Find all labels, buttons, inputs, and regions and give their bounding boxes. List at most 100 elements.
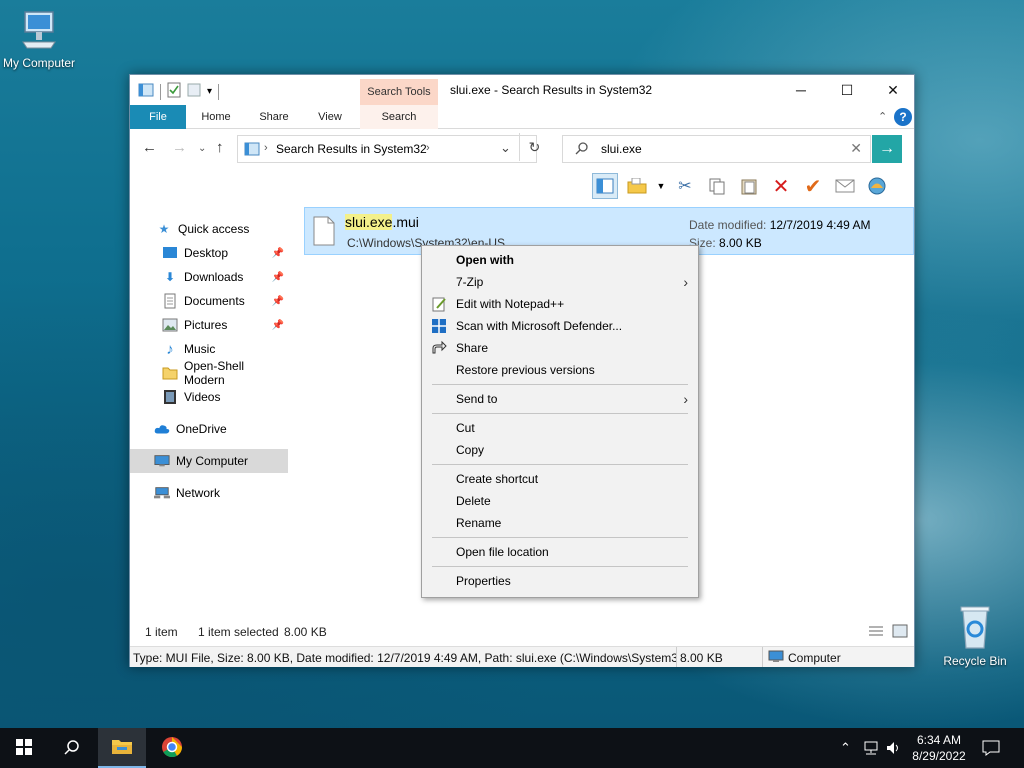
clock-time: 6:34 AM — [916, 733, 962, 747]
menu-item-scan-defender[interactable]: Scan with Microsoft Defender... — [422, 315, 698, 337]
menu-item-copy[interactable]: Copy — [422, 439, 698, 461]
menu-item-send-to[interactable]: Send to › — [422, 388, 698, 410]
nav-item-music[interactable]: ♪ Music — [130, 337, 288, 361]
nav-item-open-shell-modern[interactable]: Open-Shell Modern — [130, 359, 288, 387]
nav-item-my-computer[interactable]: My Computer — [130, 449, 288, 473]
pin-icon[interactable]: 📌 — [272, 248, 284, 259]
ribbon-tabs: File Home Share View Search ⌃ ? — [130, 105, 914, 129]
large-icons-view-icon[interactable] — [892, 624, 908, 641]
copy-icon[interactable] — [704, 173, 730, 199]
delete-icon[interactable]: ✕ — [768, 173, 794, 199]
forward-arrow-icon[interactable]: → — [172, 139, 187, 156]
desktop-icon-recycle-bin[interactable]: Recycle Bin — [932, 604, 1018, 668]
details-view-icon[interactable] — [868, 624, 884, 641]
nav-item-documents[interactable]: Documents 📌 — [130, 289, 288, 313]
tab-home[interactable]: Home — [192, 105, 240, 129]
status-bar: 1 item 1 item selected 8.00 KB — [130, 621, 914, 643]
recent-locations-icon[interactable]: ⌄ — [198, 143, 206, 154]
chrome-taskbar-button[interactable] — [148, 728, 196, 768]
pin-icon[interactable]: 📌 — [272, 272, 284, 283]
menu-item-label: Create shortcut — [456, 472, 539, 486]
clear-search-icon[interactable]: ✕ — [850, 140, 862, 157]
nav-item-quick-access[interactable]: ★ Quick access — [130, 217, 288, 241]
folder-icon — [111, 737, 133, 758]
nav-item-network[interactable]: Network — [130, 481, 288, 505]
address-text: Search Results in System32 — [276, 142, 427, 156]
new-folder-toolbar-icon[interactable] — [624, 173, 650, 199]
context-menu: Open with 7-Zip › Edit with Notepad++ Sca… — [421, 245, 699, 598]
search-go-button[interactable]: → — [872, 135, 902, 163]
nav-item-videos[interactable]: Videos — [130, 385, 288, 409]
properties-icon[interactable] — [167, 82, 181, 101]
menu-item-label: Open with — [456, 253, 514, 267]
open-shell-icon[interactable] — [864, 173, 890, 199]
pictures-icon — [162, 317, 178, 333]
file-icon — [313, 216, 335, 249]
nav-item-downloads[interactable]: ⬇ Downloads 📌 — [130, 265, 288, 289]
help-icon[interactable]: ? — [894, 108, 912, 126]
tab-share[interactable]: Share — [250, 105, 298, 129]
tab-search[interactable]: Search — [360, 105, 438, 129]
start-button[interactable] — [0, 728, 48, 768]
search-input[interactable]: slui.exe ✕ — [562, 135, 871, 163]
file-explorer-taskbar-button[interactable] — [98, 728, 146, 768]
chevron-up-icon: ⌃ — [840, 740, 851, 755]
details-size: 8.00 KB — [680, 651, 723, 665]
search-button[interactable] — [48, 728, 96, 768]
volume-icon[interactable] — [886, 728, 902, 768]
taskbar: ⌃ 6:34 AM 8/29/2022 — [0, 728, 1024, 768]
expand-ribbon-icon[interactable]: ⌃ — [878, 110, 887, 123]
breadcrumb-chevron-icon[interactable]: › — [426, 142, 430, 154]
nav-item-onedrive[interactable]: OneDrive — [130, 417, 288, 441]
navigation-pane-toggle-icon[interactable] — [592, 173, 618, 199]
menu-item-create-shortcut[interactable]: Create shortcut — [422, 468, 698, 490]
minimize-button[interactable]: ─ — [778, 75, 824, 105]
computer-icon — [768, 650, 784, 667]
menu-item-rename[interactable]: Rename — [422, 512, 698, 534]
dropdown-arrow-icon[interactable]: ▼ — [656, 173, 666, 199]
selected-size: 8.00 KB — [284, 625, 327, 639]
nav-item-desktop[interactable]: Desktop 📌 — [130, 241, 288, 265]
system-clock[interactable]: 6:34 AM 8/29/2022 — [904, 732, 974, 764]
pin-icon[interactable]: 📌 — [272, 296, 284, 307]
menu-item-delete[interactable]: Delete — [422, 490, 698, 512]
separator — [160, 83, 161, 100]
close-button[interactable]: ✕ — [870, 75, 916, 105]
menu-item-label: Cut — [456, 421, 475, 435]
pin-icon[interactable]: 📌 — [272, 320, 284, 331]
menu-item-edit-notepadpp[interactable]: Edit with Notepad++ — [422, 293, 698, 315]
menu-item-share[interactable]: Share — [422, 337, 698, 359]
menu-item-7zip[interactable]: 7-Zip › — [422, 271, 698, 293]
desktop-icon-my-computer[interactable]: My Computer — [0, 8, 82, 70]
desktop-folder-icon — [162, 245, 178, 261]
menu-item-open-file-location[interactable]: Open file location — [422, 541, 698, 563]
menu-item-open-with[interactable]: Open with — [422, 249, 698, 271]
customize-qat-icon[interactable]: ▾ — [207, 86, 212, 97]
address-dropdown-icon[interactable]: ⌄ — [500, 140, 511, 156]
address-bar[interactable]: › Search Results in System32 › ⌄ — [237, 135, 537, 163]
nav-item-label: Music — [184, 342, 216, 356]
file-size: Size: 8.00 KB — [689, 236, 762, 250]
up-arrow-icon[interactable]: ↑ — [216, 139, 224, 156]
refresh-button[interactable]: ↻ — [519, 133, 549, 161]
paste-icon[interactable] — [736, 173, 762, 199]
network-tray-icon[interactable] — [862, 728, 880, 768]
new-folder-icon[interactable] — [187, 82, 201, 101]
menu-item-cut[interactable]: Cut — [422, 417, 698, 439]
tab-view[interactable]: View — [306, 105, 354, 129]
menu-item-properties[interactable]: Properties — [422, 570, 698, 592]
back-arrow-icon[interactable]: ← — [142, 139, 157, 156]
email-icon[interactable] — [832, 173, 858, 199]
nav-item-pictures[interactable]: Pictures 📌 — [130, 313, 288, 337]
tab-file[interactable]: File — [130, 105, 186, 129]
action-center-button[interactable] — [982, 728, 1000, 768]
nav-item-label: Downloads — [184, 270, 244, 284]
properties-check-icon[interactable]: ✔ — [800, 173, 826, 199]
maximize-button[interactable]: ☐ — [824, 75, 870, 105]
menu-item-label: Delete — [456, 494, 491, 508]
show-hidden-icons[interactable]: ⌃ — [840, 728, 851, 768]
cut-icon[interactable]: ✂ — [672, 173, 698, 199]
menu-item-restore-versions[interactable]: Restore previous versions — [422, 359, 698, 381]
search-query: slui.exe — [601, 142, 642, 156]
document-icon — [162, 293, 178, 309]
